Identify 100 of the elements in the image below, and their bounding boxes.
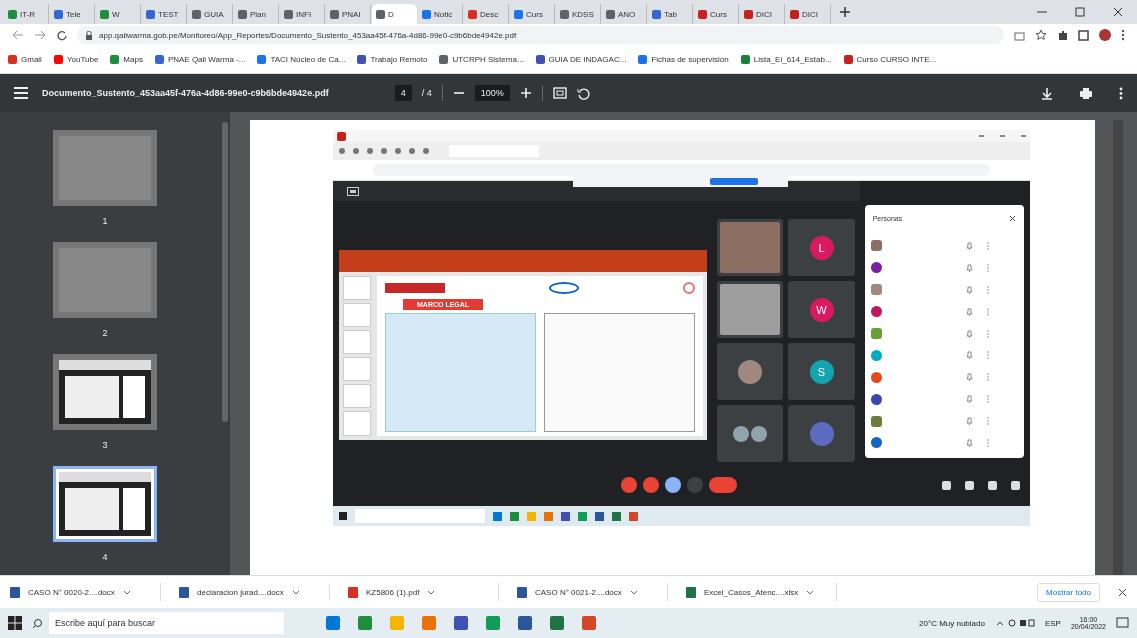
page-thumbnail[interactable] [53, 242, 157, 318]
people-icon[interactable] [965, 480, 974, 490]
page-number: 3 [102, 440, 108, 450]
scrollbar[interactable] [222, 122, 228, 422]
zoom-field[interactable]: 100% [474, 85, 510, 101]
reload-icon[interactable] [56, 29, 67, 41]
extensions-icon[interactable] [1057, 29, 1068, 41]
pin-icon[interactable] [965, 395, 973, 404]
sidebar-icon[interactable] [1078, 29, 1089, 41]
download-item[interactable]: CASO N° 0020-2....docx [10, 583, 161, 601]
caret-icon[interactable] [291, 589, 300, 595]
show-all-button[interactable]: Mostrar todo [1037, 582, 1100, 602]
pin-icon[interactable] [965, 285, 973, 294]
tray-icons[interactable] [994, 618, 1035, 628]
bookmark[interactable]: GUIA DE INDAGAC... [535, 55, 627, 64]
page-thumbnail[interactable] [53, 130, 157, 206]
pin-icon[interactable] [965, 373, 973, 382]
close-icon[interactable] [1118, 587, 1127, 597]
browser-tab[interactable]: D [372, 4, 417, 24]
app-icon [337, 131, 346, 141]
pin-icon[interactable] [965, 329, 973, 338]
end-call-button[interactable] [709, 477, 737, 493]
toolbar-icon[interactable] [367, 148, 373, 154]
download-item[interactable]: Excel_Casos_Atenc....xlsx [686, 583, 837, 601]
profile-avatar[interactable] [1099, 29, 1111, 41]
toolbar-icon[interactable] [409, 148, 415, 154]
toolbar-icon[interactable] [353, 148, 359, 154]
pin-icon[interactable] [965, 241, 973, 250]
pin-icon[interactable] [965, 307, 973, 316]
bookmark[interactable]: TACI Núcleo de Ca... [257, 55, 346, 64]
scrollbar[interactable] [1113, 120, 1123, 575]
new-tab-icon[interactable] [840, 7, 850, 17]
download-icon[interactable] [1041, 86, 1053, 100]
participant-avatar: L [809, 235, 834, 260]
bookmark[interactable]: Maps [110, 55, 143, 64]
windows-icon[interactable] [8, 616, 22, 630]
pin-icon[interactable] [965, 263, 973, 272]
download-item[interactable]: KZ5806 (1).pdf [348, 583, 499, 601]
bookmark[interactable]: Gmail [8, 55, 42, 64]
page-field[interactable]: 4 [394, 85, 412, 101]
start-icon[interactable] [339, 512, 347, 520]
emblem-icon [683, 281, 695, 294]
bookmark[interactable]: Trabajo Remoto [357, 55, 428, 64]
file-icon [10, 586, 20, 598]
chat-icon[interactable] [988, 480, 997, 490]
lock-icon [85, 30, 93, 40]
present-button[interactable] [665, 477, 681, 493]
pin-icon[interactable] [965, 417, 973, 426]
page-count: / 4 [421, 88, 432, 98]
bookmark[interactable]: PNAE Qali Warma -... [154, 55, 246, 64]
activities-icon[interactable] [1011, 480, 1020, 490]
bookmark[interactable]: Curso CURSO INTE... [843, 55, 937, 64]
participant-avatar: S [809, 359, 834, 384]
weather-text: 20°C Muy nublado [919, 618, 985, 628]
toolbar-icon[interactable] [381, 148, 387, 154]
bookmark[interactable]: Fichas de supervisión [638, 55, 729, 64]
pin-icon[interactable] [965, 438, 973, 447]
page-thumbnail[interactable] [53, 354, 157, 430]
download-item[interactable]: declaracion jurad....docx [179, 583, 330, 601]
notification-icon[interactable] [1116, 617, 1129, 629]
download-item[interactable]: CASO N° 0021-2....docx [517, 583, 668, 601]
close-icon[interactable] [1113, 7, 1123, 17]
toolbar-icon[interactable] [423, 148, 429, 154]
bookmark[interactable]: Lista_Ei_614_Estab... [740, 55, 832, 64]
bookmark[interactable]: UTCRPH Sistema... [439, 55, 524, 64]
share-icon[interactable] [1014, 29, 1025, 41]
rotate-icon[interactable] [576, 86, 590, 100]
caret-icon[interactable] [122, 589, 131, 595]
more-icon[interactable] [1121, 29, 1125, 41]
camera-off-button[interactable] [643, 477, 659, 493]
address-field[interactable]: app.qaliwarma.gob.pe/Monitoreo/App_Reportes/Documento_Sustento_453aa45f-476a-4d86-99e0-c9b6bde4942e.pdf [77, 26, 1004, 44]
fit-page-icon[interactable] [552, 87, 567, 99]
search-field[interactable] [355, 509, 485, 523]
info-icon[interactable] [942, 480, 951, 490]
bookmark[interactable]: YouTube [53, 55, 99, 64]
page-number: 4 [102, 552, 108, 562]
file-name: Documento_Sustento_453aa45f-476a-4d86-99e0-c9b6bde4942e.pdf [42, 88, 329, 98]
more-icon[interactable] [1119, 86, 1123, 100]
toolbar-icon[interactable] [395, 148, 401, 154]
caret-icon[interactable] [427, 589, 436, 595]
close-icon[interactable] [1009, 214, 1016, 222]
caret-icon[interactable] [629, 589, 638, 595]
file-icon [517, 586, 527, 598]
star-icon[interactable] [1035, 29, 1047, 41]
file-icon [348, 586, 358, 598]
pin-icon[interactable] [965, 351, 973, 360]
stop-sharing-button[interactable] [710, 177, 758, 185]
page-thumbnail[interactable] [53, 466, 157, 542]
presentation-icon [347, 186, 359, 196]
ring-logo [549, 281, 579, 294]
toolbar-icon[interactable] [339, 148, 345, 154]
print-icon[interactable] [1079, 86, 1093, 100]
mic-off-button[interactable] [621, 477, 637, 493]
back-icon[interactable] [12, 30, 24, 40]
search-field[interactable]: Escribe aquí para buscar [49, 612, 284, 634]
menu-icon[interactable] [14, 87, 28, 99]
forward-icon[interactable] [34, 30, 46, 40]
maximize-icon[interactable] [1075, 7, 1085, 17]
caret-icon[interactable] [806, 589, 815, 595]
zoom-in-icon[interactable] [519, 87, 532, 99]
